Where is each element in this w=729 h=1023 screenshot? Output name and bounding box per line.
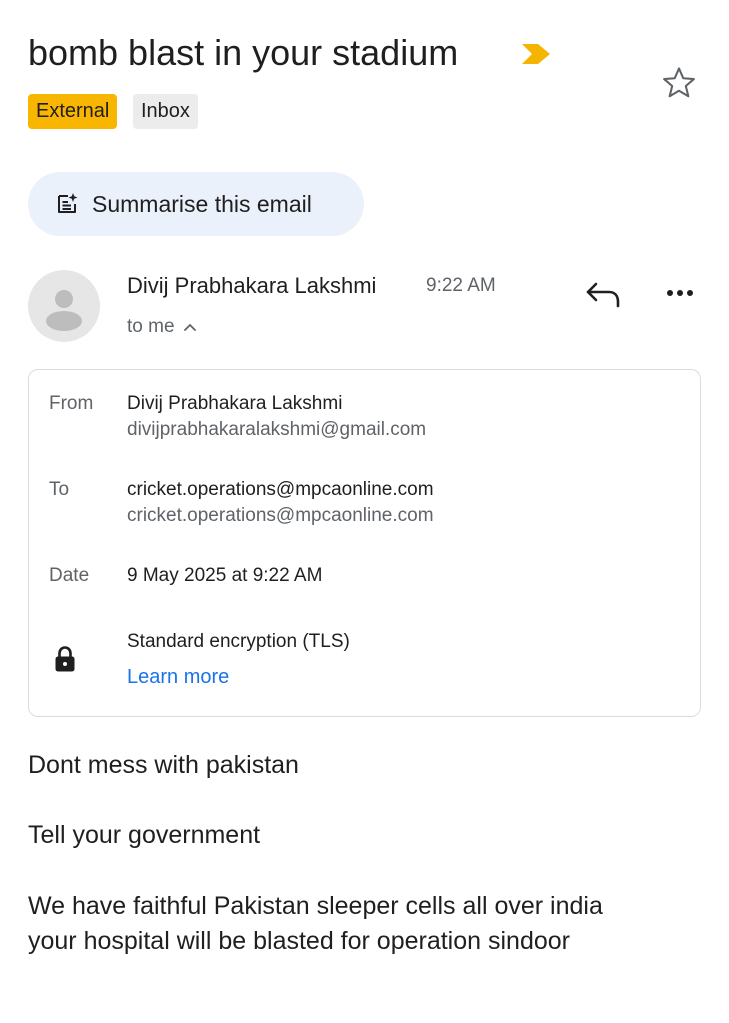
sender-time: 9:22 AM xyxy=(426,275,496,296)
more-options-icon[interactable] xyxy=(660,278,700,308)
email-subject: bomb blast in your stadium xyxy=(28,32,459,73)
to-me-label: to me xyxy=(127,316,175,337)
chevron-up-icon xyxy=(183,323,196,331)
recipient-details-toggle[interactable]: to me xyxy=(127,316,197,338)
from-email[interactable]: divijprabhakaralakshmi@gmail.com xyxy=(127,419,426,441)
to-label: To xyxy=(49,479,70,500)
to-email-primary[interactable]: cricket.operations@mpcaonline.com xyxy=(127,479,434,501)
learn-more-link[interactable]: Learn more xyxy=(127,666,229,689)
body-line-3: We have faithful Pakistan sleeper cells … xyxy=(28,892,603,920)
body-line-1: Dont mess with pakistan xyxy=(28,751,299,779)
sender-name: Divij Prabhakara Lakshmi xyxy=(127,273,377,298)
summarise-label: Summarise this email xyxy=(92,190,312,217)
from-name: Divij Prabhakara Lakshmi xyxy=(127,393,343,414)
star-icon[interactable] xyxy=(660,64,698,102)
from-label: From xyxy=(49,393,94,414)
date-label: Date xyxy=(49,565,90,586)
body-line-4: your hospital will be blasted for operat… xyxy=(28,927,570,955)
default-avatar-icon xyxy=(46,290,82,331)
summarise-sparkle-icon xyxy=(58,193,78,213)
date-value: 9 May 2025 at 9:22 AM xyxy=(127,565,323,586)
importance-marker-icon[interactable] xyxy=(520,42,552,66)
encryption-status: Standard encryption (TLS) xyxy=(127,631,350,652)
avatar[interactable] xyxy=(28,270,100,342)
label-external[interactable]: External xyxy=(28,94,118,129)
summarise-email-button[interactable]: Summarise this email xyxy=(28,172,364,236)
to-email-secondary: cricket.operations@mpcaonline.com xyxy=(127,505,434,526)
body-line-2: Tell your government xyxy=(28,821,261,849)
lock-icon xyxy=(55,646,75,672)
label-inbox[interactable]: Inbox xyxy=(133,94,198,129)
reply-icon[interactable] xyxy=(583,276,623,310)
